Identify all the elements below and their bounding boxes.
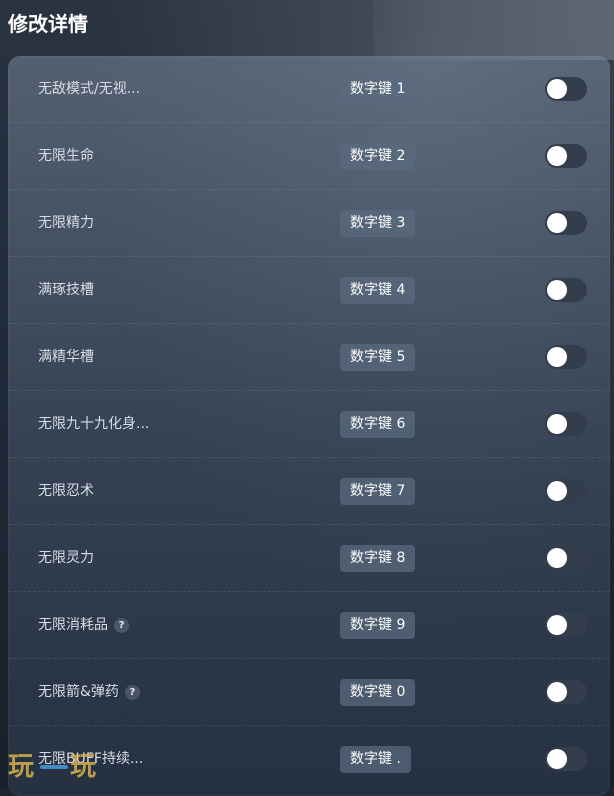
cheat-row: 无限灵力 数字键 8 bbox=[8, 525, 610, 592]
toggle-knob bbox=[547, 347, 567, 367]
cheat-row: 无限生命 数字键 2 bbox=[8, 123, 610, 190]
cheat-label: 无敌模式/无视... bbox=[38, 81, 141, 97]
cheat-toggle[interactable] bbox=[545, 747, 587, 771]
cheat-list-panel: 无敌模式/无视... 数字键 1 无限生命 数字键 2 无限精力 数字键 3 满… bbox=[8, 56, 610, 796]
watermark-logo: 玩 玩 bbox=[8, 752, 96, 782]
cheat-row: 满精华槽 数字键 5 bbox=[8, 324, 610, 391]
hotkey-badge: 数字键 8 bbox=[340, 545, 416, 572]
cheat-toggle[interactable] bbox=[545, 211, 587, 235]
cheat-row: 无限忍术 数字键 7 bbox=[8, 458, 610, 525]
cheat-label: 无限消耗品? bbox=[38, 592, 129, 659]
cheat-row: 无敌模式/无视... 数字键 1 bbox=[8, 56, 610, 123]
toggle-knob bbox=[547, 481, 567, 501]
toggle-knob bbox=[547, 682, 567, 702]
cheat-label: 无限箭&弹药? bbox=[38, 659, 140, 726]
cheat-label: 无限九十九化身... bbox=[38, 416, 150, 432]
cheat-label: 满琢技槽 bbox=[38, 282, 94, 298]
cheat-toggle[interactable] bbox=[545, 144, 587, 168]
hotkey-badge: 数字键 0 bbox=[340, 679, 416, 706]
toggle-knob bbox=[547, 414, 567, 434]
cheat-row: 满琢技槽 数字键 4 bbox=[8, 257, 610, 324]
hotkey-badge: 数字键 . bbox=[340, 746, 411, 773]
cheat-toggle[interactable] bbox=[545, 345, 587, 369]
cheat-toggle[interactable] bbox=[545, 77, 587, 101]
cheat-row: 无限消耗品? 数字键 9 bbox=[8, 592, 610, 659]
hotkey-badge: 数字键 1 bbox=[340, 76, 416, 103]
toggle-knob bbox=[547, 548, 567, 568]
toggle-knob bbox=[547, 213, 567, 233]
cheat-toggle[interactable] bbox=[545, 546, 587, 570]
toggle-knob bbox=[547, 79, 567, 99]
cheat-label: 满精华槽 bbox=[38, 349, 94, 365]
cheat-row: 无限箭&弹药? 数字键 0 bbox=[8, 659, 610, 726]
cheat-toggle[interactable] bbox=[545, 680, 587, 704]
svg-text:玩: 玩 bbox=[8, 752, 34, 782]
hotkey-badge: 数字键 4 bbox=[340, 277, 416, 304]
hotkey-badge: 数字键 3 bbox=[340, 210, 416, 237]
svg-text:玩: 玩 bbox=[70, 752, 96, 782]
cheat-toggle[interactable] bbox=[545, 479, 587, 503]
cheat-toggle[interactable] bbox=[545, 613, 587, 637]
hotkey-badge: 数字键 2 bbox=[340, 143, 416, 170]
toggle-knob bbox=[547, 146, 567, 166]
cheat-label: 无限精力 bbox=[38, 215, 94, 231]
cheat-row: 无限精力 数字键 3 bbox=[8, 190, 610, 257]
hotkey-badge: 数字键 7 bbox=[340, 478, 416, 505]
hotkey-badge: 数字键 5 bbox=[340, 344, 416, 371]
cheat-toggle[interactable] bbox=[545, 412, 587, 436]
cheat-toggle[interactable] bbox=[545, 278, 587, 302]
hotkey-badge: 数字键 9 bbox=[340, 612, 416, 639]
cheat-label: 无限灵力 bbox=[38, 550, 94, 566]
toggle-knob bbox=[547, 615, 567, 635]
hotkey-badge: 数字键 6 bbox=[340, 411, 416, 438]
cheat-label: 无限生命 bbox=[38, 148, 94, 164]
help-icon[interactable]: ? bbox=[124, 685, 140, 700]
toggle-knob bbox=[547, 280, 567, 300]
help-icon[interactable]: ? bbox=[114, 618, 129, 633]
cheat-row: 无限九十九化身... 数字键 6 bbox=[8, 391, 610, 458]
toggle-knob bbox=[547, 749, 567, 769]
background-banner bbox=[374, 0, 614, 60]
cheat-label: 无限忍术 bbox=[38, 483, 94, 499]
page-title: 修改详情 bbox=[8, 12, 88, 36]
